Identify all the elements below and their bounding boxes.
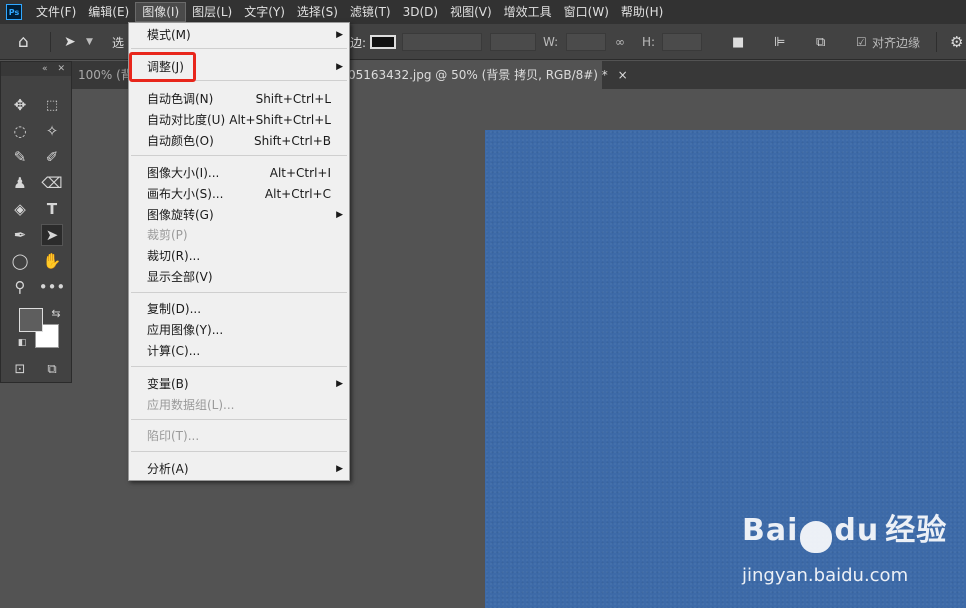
screen-mode-icon[interactable]: ⧉ xyxy=(41,358,63,380)
tab-title: 05163432.jpg @ 50% (背景 拷贝, RGB/8#) * xyxy=(348,68,608,82)
photoshop-logo-icon: Ps xyxy=(6,4,22,20)
menu-plugins[interactable]: 增效工具 xyxy=(498,2,558,22)
menu-item-auto-color[interactable]: 自动颜色(O) Shift+Ctrl+B xyxy=(129,131,349,151)
brush-tool-icon[interactable]: ✐ xyxy=(41,146,63,168)
menu-edit[interactable]: 编辑(E) xyxy=(82,2,135,22)
swap-colors-icon[interactable]: ⇆ xyxy=(45,302,67,324)
menu-item-auto-tone[interactable]: 自动色调(N) Shift+Ctrl+L xyxy=(129,89,349,109)
magic-wand-tool-icon[interactable]: ✧ xyxy=(41,120,63,142)
menu-separator xyxy=(131,419,347,420)
close-icon[interactable]: ✕ xyxy=(57,64,65,74)
baidu-paw-icon xyxy=(800,520,833,553)
align-edges-checkbox[interactable]: ☑ xyxy=(856,24,867,60)
zoom-tool-icon[interactable]: ⚲ xyxy=(9,276,31,298)
eraser-tool-icon[interactable]: ⌫ xyxy=(41,172,63,194)
menu-view[interactable]: 视图(V) xyxy=(444,2,498,22)
gear-icon[interactable]: ⚙ xyxy=(950,24,963,60)
menu-separator xyxy=(131,292,347,293)
divider xyxy=(936,32,937,52)
stamp-tool-icon[interactable]: ♟ xyxy=(9,172,31,194)
tools-panel: « ✕ ✥ ⬚ ◌ ✧ ✎ ✐ ♟ ⌫ ◈ T ✒ ➤ ◯ ✋ ⚲ ••• ⇆ … xyxy=(0,61,72,383)
default-colors-icon[interactable]: ◧ xyxy=(11,332,33,354)
tab-document-2[interactable]: 05163432.jpg @ 50% (背景 拷贝, RGB/8#) * × xyxy=(342,61,628,89)
menu-bar: Ps 文件(F) 编辑(E) 图像(I) 图层(L) 文字(Y) 选择(S) 滤… xyxy=(0,0,966,24)
link-icon[interactable]: ∞ xyxy=(615,24,625,60)
quick-mask-icon[interactable]: ⊡ xyxy=(9,358,31,380)
path-operations-icon[interactable]: ■ xyxy=(732,24,744,60)
menu-separator xyxy=(131,366,347,367)
width-field[interactable] xyxy=(566,33,606,51)
menu-type[interactable]: 文字(Y) xyxy=(238,2,291,22)
menu-separator xyxy=(131,155,347,156)
collapse-icon[interactable]: « xyxy=(42,64,48,74)
path-selection-tool-icon[interactable]: ➤ xyxy=(41,224,63,246)
menu-layer[interactable]: 图层(L) xyxy=(186,2,238,22)
ellipse-tool-icon[interactable]: ◯ xyxy=(9,250,31,272)
chevron-down-icon[interactable]: ▼ xyxy=(86,24,93,60)
menu-select[interactable]: 选择(S) xyxy=(291,2,344,22)
menu-separator xyxy=(131,451,347,452)
eyedropper-tool-icon[interactable]: ✎ xyxy=(9,146,31,168)
highlight-annotation xyxy=(129,52,196,82)
stroke-width-field[interactable] xyxy=(402,33,482,51)
select-label: 选 xyxy=(112,35,125,50)
menu-3d[interactable]: 3D(D) xyxy=(397,2,444,22)
height-field[interactable] xyxy=(662,33,702,51)
divider xyxy=(50,32,51,52)
align-edges-label: 对齐边缘 xyxy=(872,35,921,50)
submenu-arrow-icon: ▶ xyxy=(336,30,343,40)
submenu-arrow-icon: ▶ xyxy=(336,62,343,72)
menu-item-canvas-size[interactable]: 画布大小(S)... Alt+Ctrl+C xyxy=(129,184,349,204)
stroke-label: 边: xyxy=(350,35,367,50)
menu-item-duplicate[interactable]: 复制(D)... xyxy=(129,299,349,319)
menu-item-analysis[interactable]: 分析(A) ▶ xyxy=(129,459,349,479)
menu-item-apply-data-set: 应用数据组(L)... xyxy=(147,398,235,412)
menu-item-calculations[interactable]: 计算(C)... xyxy=(129,341,349,361)
menu-filter[interactable]: 滤镜(T) xyxy=(344,2,397,22)
hand-tool-icon[interactable]: ✋ xyxy=(41,250,63,272)
type-tool-icon[interactable]: T xyxy=(41,198,63,220)
foreground-color-swatch[interactable] xyxy=(19,308,43,332)
menu-image[interactable]: 图像(I) xyxy=(135,2,187,22)
arrow-cursor-icon[interactable]: ➤ xyxy=(64,24,76,60)
submenu-arrow-icon: ▶ xyxy=(336,464,343,474)
menu-item-image-rotation[interactable]: 图像旋转(G) ▶ xyxy=(129,205,349,225)
menu-item-trap: 陷印(T)... xyxy=(147,429,200,443)
stroke-type-dropdown[interactable] xyxy=(490,33,536,51)
pen-tool-icon[interactable]: ✒ xyxy=(9,224,31,246)
menu-item-apply-image[interactable]: 应用图像(Y)... xyxy=(129,320,349,340)
tools-panel-header: « ✕ xyxy=(1,62,71,76)
width-label: W: xyxy=(543,35,559,49)
menu-window[interactable]: 窗口(W) xyxy=(558,2,615,22)
menu-item-image-size[interactable]: 图像大小(I)... Alt+Ctrl+I xyxy=(129,163,349,183)
image-menu-dropdown: 模式(M) ▶ 调整(J) ▶ 自动色调(N) Shift+Ctrl+L 自动对比度(… xyxy=(128,22,350,481)
menu-file[interactable]: 文件(F) xyxy=(30,2,82,22)
paint-bucket-tool-icon[interactable]: ◈ xyxy=(9,198,31,220)
menu-item-crop: 裁剪(P) xyxy=(147,228,188,242)
lasso-tool-icon[interactable]: ◌ xyxy=(9,120,31,142)
move-tool-icon[interactable]: ✥ xyxy=(9,94,31,116)
submenu-arrow-icon: ▶ xyxy=(336,210,343,220)
menu-item-mode[interactable]: 模式(M) ▶ xyxy=(129,25,349,45)
more-tools-icon[interactable]: ••• xyxy=(39,276,66,298)
watermark-url: jingyan.baidu.com xyxy=(742,565,909,586)
marquee-tool-icon[interactable]: ⬚ xyxy=(41,94,63,116)
menu-separator xyxy=(131,48,347,49)
height-label: H: xyxy=(642,35,656,49)
baidu-jingyan-logo: Bai du 经验 xyxy=(742,505,947,553)
menu-help[interactable]: 帮助(H) xyxy=(615,2,669,22)
menu-item-variables[interactable]: 变量(B) ▶ xyxy=(129,374,349,394)
home-icon[interactable]: ⌂ xyxy=(18,24,29,60)
path-alignment-icon[interactable]: ⊫ xyxy=(774,24,785,60)
menu-item-auto-contrast[interactable]: 自动对比度(U) Alt+Shift+Ctrl+L xyxy=(129,110,349,130)
submenu-arrow-icon: ▶ xyxy=(336,379,343,389)
path-arrangement-icon[interactable]: ⧉ xyxy=(816,24,825,60)
stroke-swatch[interactable] xyxy=(370,35,396,49)
menu-item-trim[interactable]: 裁切(R)... xyxy=(129,246,349,266)
close-tab-icon[interactable]: × xyxy=(618,68,628,82)
menu-item-reveal-all[interactable]: 显示全部(V) xyxy=(129,267,349,287)
